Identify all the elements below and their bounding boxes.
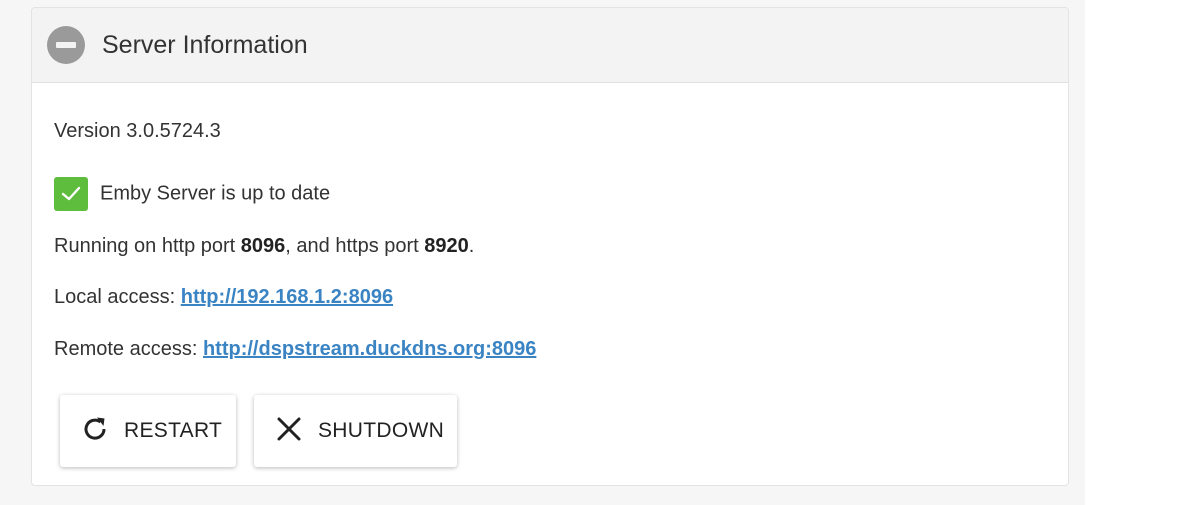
local-access-label: Local access: (54, 286, 181, 308)
local-access: Local access: http://192.168.1.2:8096 (54, 286, 393, 309)
version-text: Version 3.0.5724.3 (54, 120, 221, 142)
local-access-link[interactable]: http://192.168.1.2:8096 (181, 286, 393, 308)
server-information-panel: Server Information Version 3.0.5724.3 Em… (31, 7, 1069, 486)
remote-access-link[interactable]: http://dspstream.duckdns.org:8096 (203, 338, 536, 360)
shutdown-label: SHUTDOWN (318, 419, 445, 442)
https-port: 8920 (424, 235, 469, 257)
restart-label: RESTART (124, 419, 223, 442)
ports-middle: , and https port (285, 235, 425, 257)
close-icon (274, 414, 304, 449)
restart-button[interactable]: RESTART (60, 395, 236, 467)
remote-access-label: Remote access: (54, 338, 203, 360)
check-icon (54, 177, 88, 211)
refresh-icon (80, 414, 110, 449)
http-port: 8096 (240, 235, 286, 257)
panel-header: Server Information (32, 8, 1068, 83)
page-margin (1085, 0, 1200, 505)
ports-text: Running on http port 8096, and https por… (54, 235, 474, 258)
shutdown-button[interactable]: SHUTDOWN (254, 395, 457, 467)
minus-circle-icon[interactable] (47, 26, 85, 64)
remote-access: Remote access: http://dspstream.duckdns.… (54, 338, 536, 361)
panel-title: Server Information (102, 30, 308, 59)
ports-suffix: . (468, 235, 475, 257)
update-status: Emby Server is up to date (54, 177, 330, 211)
update-status-text: Emby Server is up to date (100, 182, 331, 205)
ports-prefix: Running on http port (54, 235, 241, 257)
